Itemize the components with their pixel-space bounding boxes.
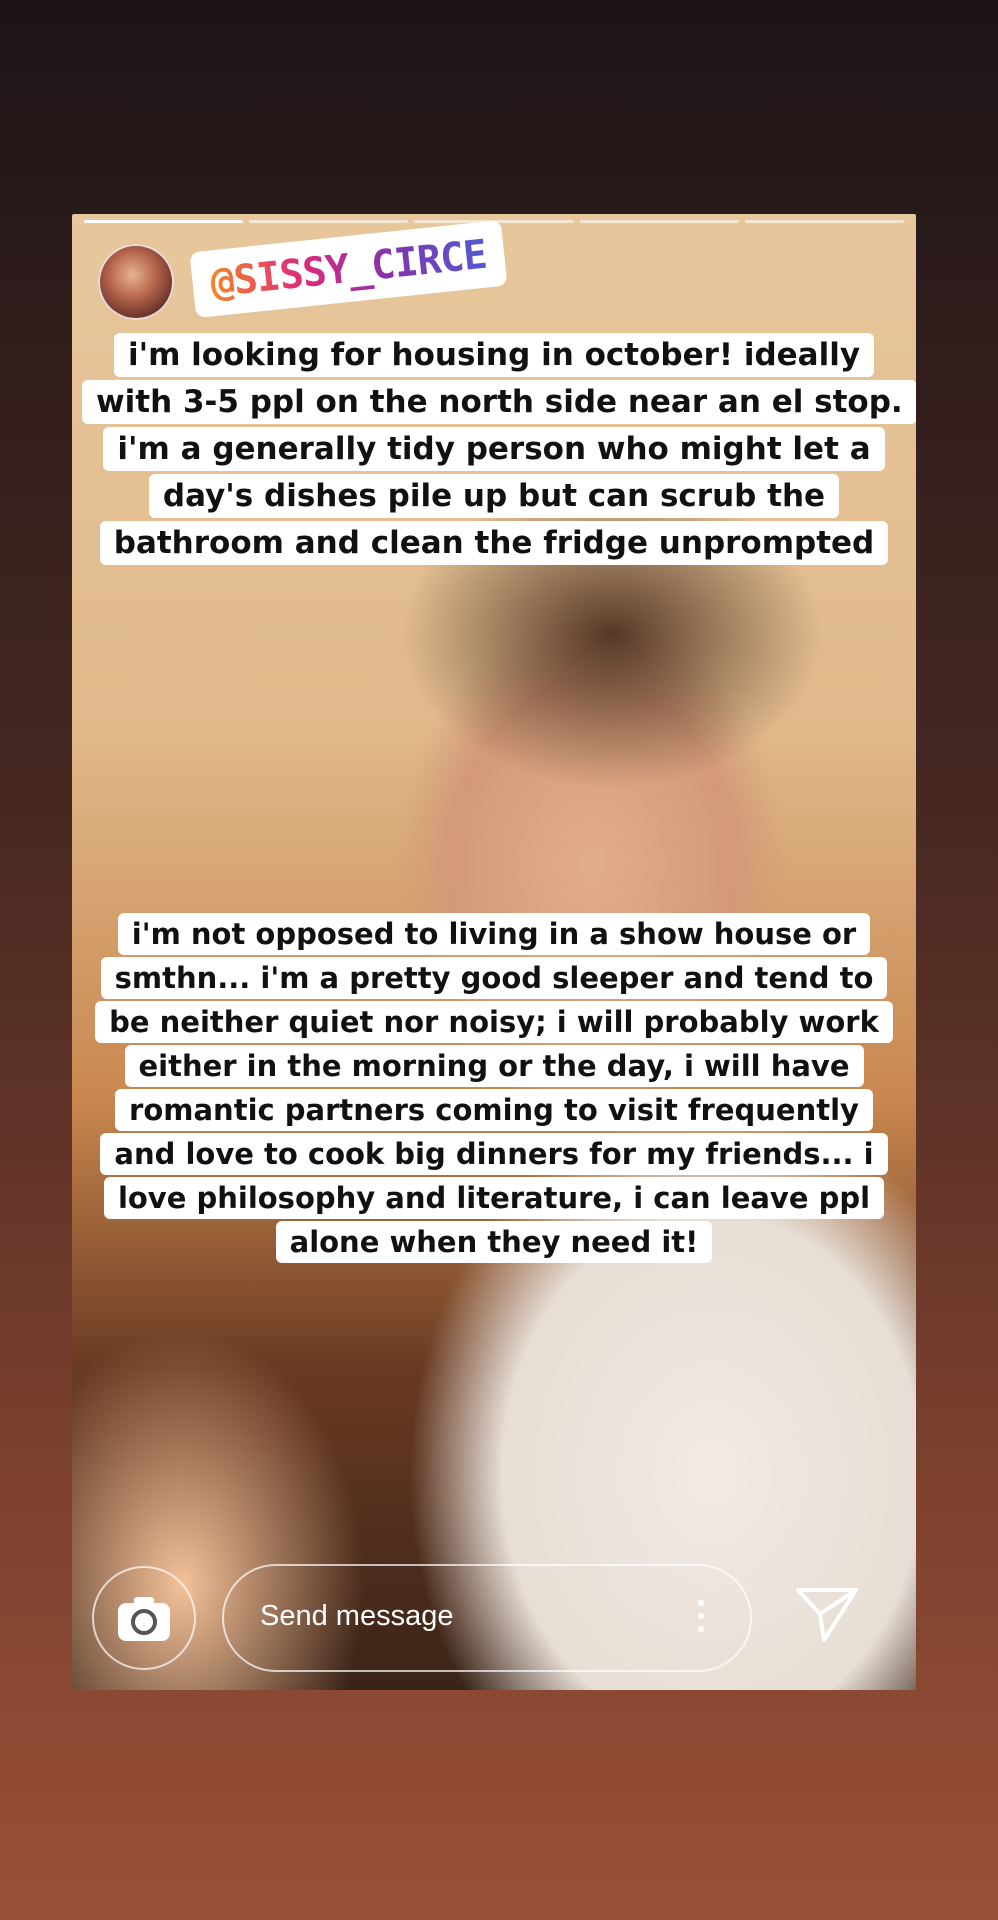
caption-text-2: i'm not opposed to living in a show hous… (72, 912, 916, 1264)
mention-text: @SISSY_CIRCE (208, 231, 489, 307)
camera-icon (118, 1597, 170, 1641)
progress-segment (744, 220, 905, 223)
send-message-input[interactable]: Send message (222, 1564, 752, 1672)
story-frame[interactable]: @SISSY_CIRCE i'm looking for housing in … (72, 214, 916, 1690)
caption-text-1-content: i'm looking for housing in october! idea… (82, 333, 916, 565)
caption-text-2-content: i'm not opposed to living in a show hous… (95, 913, 893, 1263)
send-icon (796, 1588, 858, 1642)
progress-segment (84, 220, 244, 223)
camera-button[interactable] (92, 1566, 196, 1670)
progress-segment (249, 220, 409, 223)
avatar[interactable] (98, 244, 174, 320)
progress-segment (579, 220, 739, 223)
reply-bar: Send message (72, 1550, 916, 1690)
send-message-placeholder: Send message (260, 1600, 454, 1632)
more-vertical-icon[interactable] (698, 1600, 706, 1639)
caption-text-1: i'm looking for housing in october! idea… (72, 332, 916, 567)
send-button[interactable] (794, 1584, 860, 1648)
mention-sticker[interactable]: @SISSY_CIRCE (189, 219, 508, 319)
